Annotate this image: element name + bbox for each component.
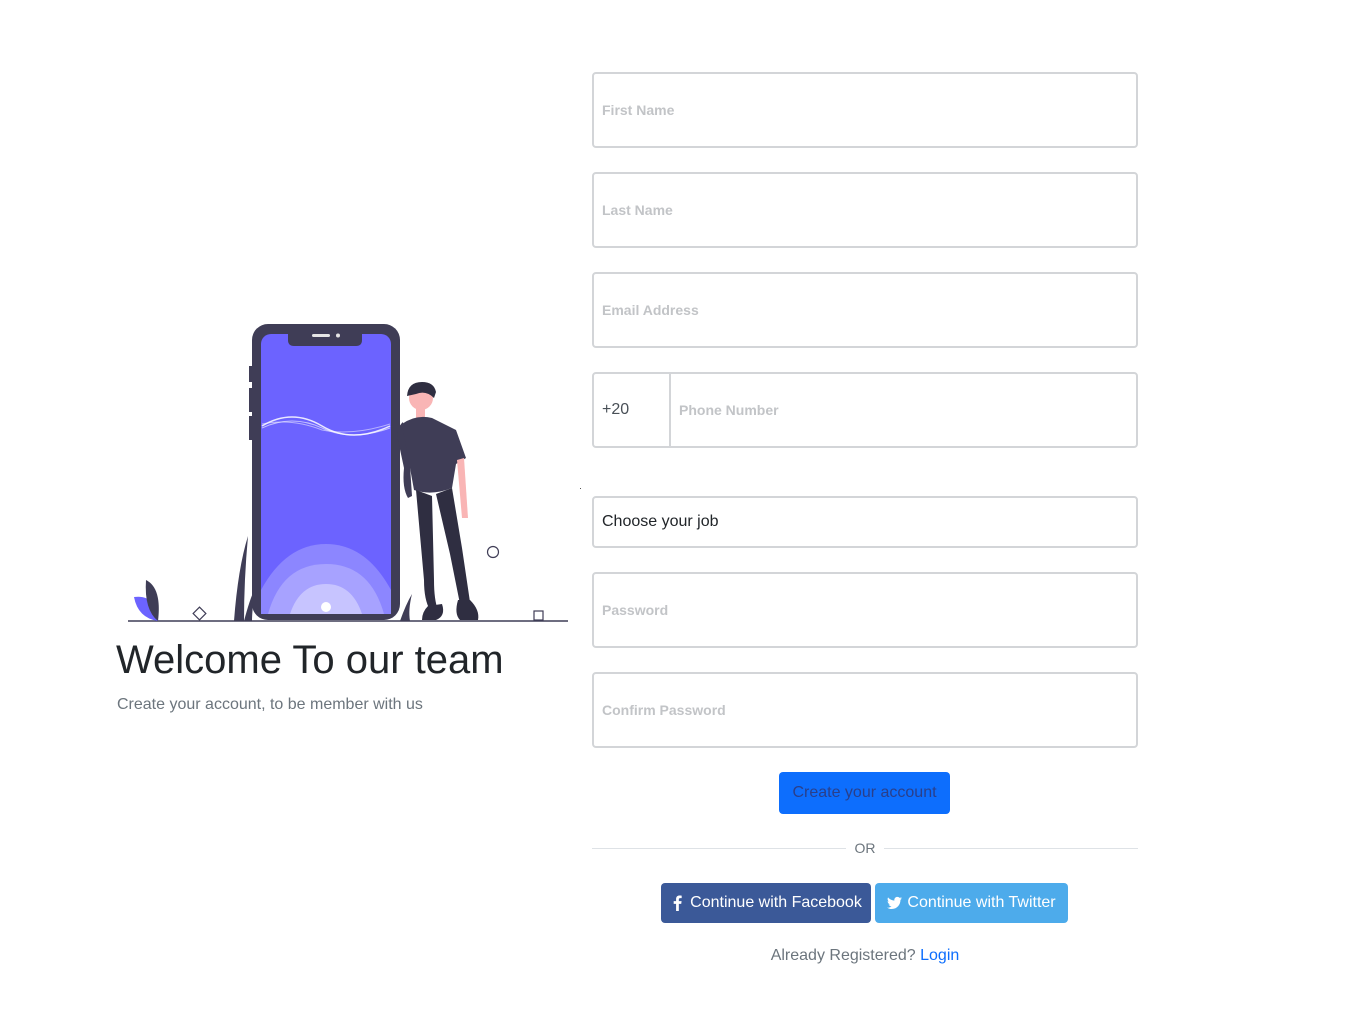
divider-line-left	[592, 848, 846, 849]
facebook-login-button[interactable]: Continue with Facebook	[661, 883, 871, 923]
welcome-title: Welcome To our team	[116, 638, 504, 682]
or-divider: OR	[592, 838, 1138, 858]
phone-with-person-illustration	[128, 324, 568, 622]
facebook-icon	[673, 895, 682, 911]
login-prompt: Already Registered? Login	[592, 947, 1138, 965]
phone-field-group: +20	[592, 372, 1138, 448]
login-prompt-text: Already Registered?	[770, 947, 916, 964]
facebook-button-label: Continue with Facebook	[690, 894, 862, 911]
or-text: OR	[854, 840, 876, 856]
welcome-panel: Welcome To our team Create your account,…	[116, 0, 576, 1034]
password-input[interactable]	[592, 572, 1138, 648]
confirm-password-input[interactable]	[592, 672, 1138, 748]
twitter-icon	[887, 896, 903, 909]
first-name-input[interactable]	[592, 72, 1138, 148]
create-account-button[interactable]: Create your account	[779, 772, 950, 814]
decorative-dot	[580, 488, 581, 489]
job-select[interactable]: Choose your job	[592, 496, 1138, 548]
twitter-login-button[interactable]: Continue with Twitter	[875, 883, 1068, 923]
email-input[interactable]	[592, 272, 1138, 348]
job-select-value: Choose your job	[602, 513, 719, 530]
phone-number-input[interactable]	[671, 374, 1136, 446]
country-code[interactable]: +20	[594, 374, 671, 446]
divider-line-right	[884, 848, 1138, 849]
twitter-button-label: Continue with Twitter	[907, 894, 1056, 911]
welcome-subtitle: Create your account, to be member with u…	[117, 696, 423, 713]
last-name-input[interactable]	[592, 172, 1138, 248]
login-link[interactable]: Login	[920, 947, 959, 964]
